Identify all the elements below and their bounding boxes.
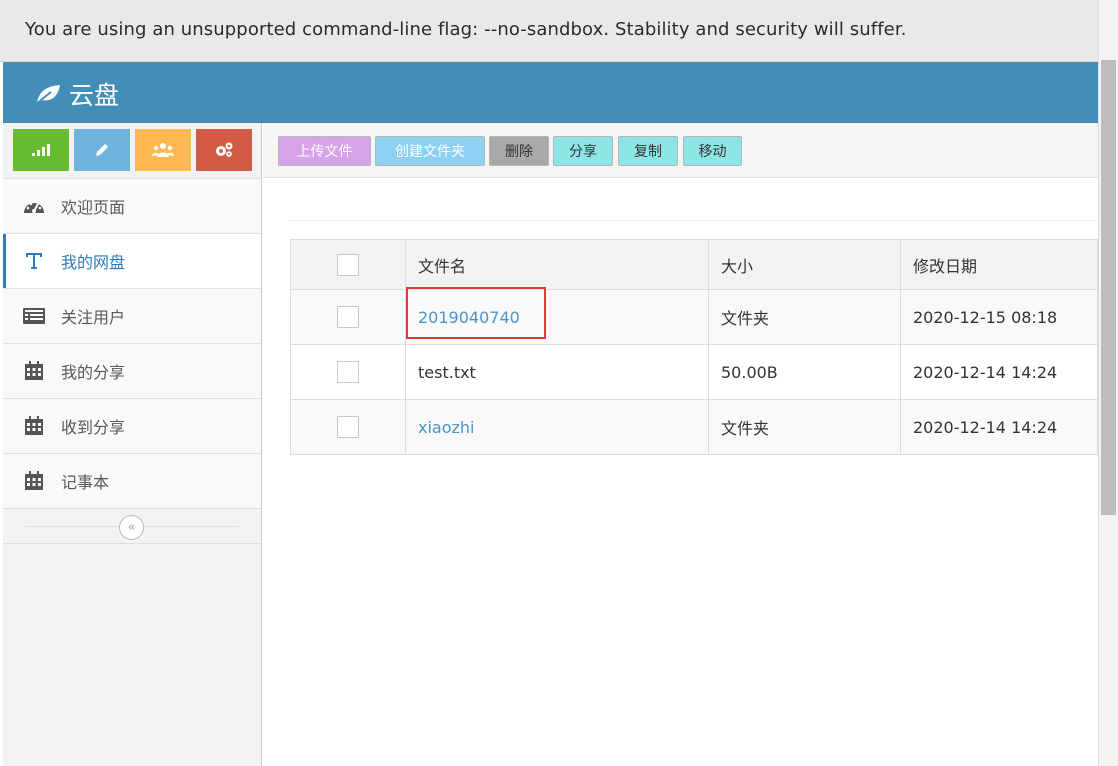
file-name-cell: test.txt <box>405 344 709 400</box>
shortcut-edit-button[interactable] <box>74 129 130 171</box>
calendar-icon <box>21 415 47 437</box>
list-icon <box>21 305 47 327</box>
highlight-box: 2019040740 <box>406 286 546 339</box>
sidebar-item-welcome[interactable]: 欢迎页面 <box>3 178 261 233</box>
file-size-cell: 文件夹 <box>708 289 901 345</box>
row-checkbox[interactable] <box>337 361 359 383</box>
shortcut-settings-button[interactable] <box>196 129 252 171</box>
folder-link[interactable]: 2019040740 <box>418 308 520 327</box>
header-size[interactable]: 大小 <box>708 239 901 290</box>
table-row[interactable]: test.txt 50.00B 2020-12-14 14:24 <box>290 344 1098 400</box>
move-button[interactable]: 移动 <box>683 136 742 166</box>
brand-title: 云盘 <box>69 81 120 110</box>
file-name-cell: xiaozhi <box>405 399 709 455</box>
select-all-cell <box>290 239 406 290</box>
file-table: 文件名 大小 修改日期 2019040740 文件夹 2020-12-15 08… <box>290 239 1098 455</box>
infobar-message: You are using an unsupported command-lin… <box>25 19 907 40</box>
row-checkbox[interactable] <box>337 306 359 328</box>
header-filename[interactable]: 文件名 <box>405 239 709 290</box>
share-button[interactable]: 分享 <box>553 136 613 166</box>
sidebar-shortcuts <box>3 123 261 178</box>
sidebar-item-label: 我的分享 <box>61 363 126 382</box>
users-icon <box>152 143 174 157</box>
sidebar-item-notepad[interactable]: 记事本 <box>3 453 261 508</box>
dashboard-icon <box>21 195 47 217</box>
sidebar: 欢迎页面 我的网盘 关注用户 我的分享 收到分享 记事本 « <box>3 123 262 766</box>
unsupported-flag-infobar: You are using an unsupported command-lin… <box>0 0 1098 62</box>
shortcut-users-button[interactable] <box>135 129 191 171</box>
file-size-cell: 50.00B <box>708 344 901 400</box>
file-date-cell: 2020-12-14 14:24 <box>900 344 1098 400</box>
top-navbar: 云盘 <box>3 62 1098 123</box>
signal-icon <box>32 144 50 156</box>
row-checkbox-cell <box>290 289 406 345</box>
sidebar-item-label: 我的网盘 <box>61 253 126 272</box>
sidebar-item-following[interactable]: 关注用户 <box>3 288 261 343</box>
leaf-icon <box>35 85 60 105</box>
brand[interactable]: 云盘 <box>33 76 119 112</box>
calendar-icon <box>21 470 47 492</box>
text-icon <box>21 250 47 272</box>
double-chevron-left-icon: « <box>127 520 136 535</box>
shortcut-stats-button[interactable] <box>13 129 69 171</box>
sidebar-item-label: 欢迎页面 <box>61 198 126 217</box>
table-row[interactable]: xiaozhi 文件夹 2020-12-14 14:24 <box>290 399 1098 455</box>
folder-link[interactable]: xiaozhi <box>418 418 475 437</box>
row-checkbox[interactable] <box>337 416 359 438</box>
cogs-icon <box>216 142 233 157</box>
pencil-icon <box>96 144 108 156</box>
table-row[interactable]: 2019040740 文件夹 2020-12-15 08:18 <box>290 286 1098 345</box>
collapse-sidebar-button[interactable]: « <box>119 515 144 540</box>
table-header-row: 文件名 大小 修改日期 <box>290 239 1098 290</box>
copy-button[interactable]: 复制 <box>618 136 678 166</box>
select-all-checkbox[interactable] <box>337 253 359 276</box>
file-toolbar: 上传文件 创建文件夹 删除 分享 复制 移动 <box>263 123 1098 178</box>
file-name-cell: 2019040740 <box>405 286 709 345</box>
sidebar-item-my-shares[interactable]: 我的分享 <box>3 343 261 398</box>
create-folder-button[interactable]: 创建文件夹 <box>375 136 485 166</box>
header-modified-date[interactable]: 修改日期 <box>900 239 1098 290</box>
sidebar-collapse: « <box>3 508 261 544</box>
sidebar-item-label: 记事本 <box>61 473 110 492</box>
file-date-cell: 2020-12-15 08:18 <box>900 289 1098 345</box>
delete-button[interactable]: 删除 <box>489 136 549 166</box>
sidebar-item-my-drive[interactable]: 我的网盘 <box>3 233 261 288</box>
upload-file-button[interactable]: 上传文件 <box>278 136 371 166</box>
sidebar-item-label: 收到分享 <box>61 418 126 437</box>
row-checkbox-cell <box>290 344 406 400</box>
sidebar-item-label: 关注用户 <box>61 308 126 327</box>
file-size-cell: 文件夹 <box>708 399 901 455</box>
sidebar-item-received-shares[interactable]: 收到分享 <box>3 398 261 453</box>
scrollbar-thumb[interactable] <box>1101 60 1116 515</box>
row-checkbox-cell <box>290 399 406 455</box>
divider <box>289 220 1098 221</box>
sidebar-menu: 欢迎页面 我的网盘 关注用户 我的分享 收到分享 记事本 « <box>3 178 261 544</box>
calendar-icon <box>21 360 47 382</box>
file-date-cell: 2020-12-14 14:24 <box>900 399 1098 455</box>
main-content: 上传文件 创建文件夹 删除 分享 复制 移动 文件名 大小 修改日期 20190… <box>263 123 1098 766</box>
